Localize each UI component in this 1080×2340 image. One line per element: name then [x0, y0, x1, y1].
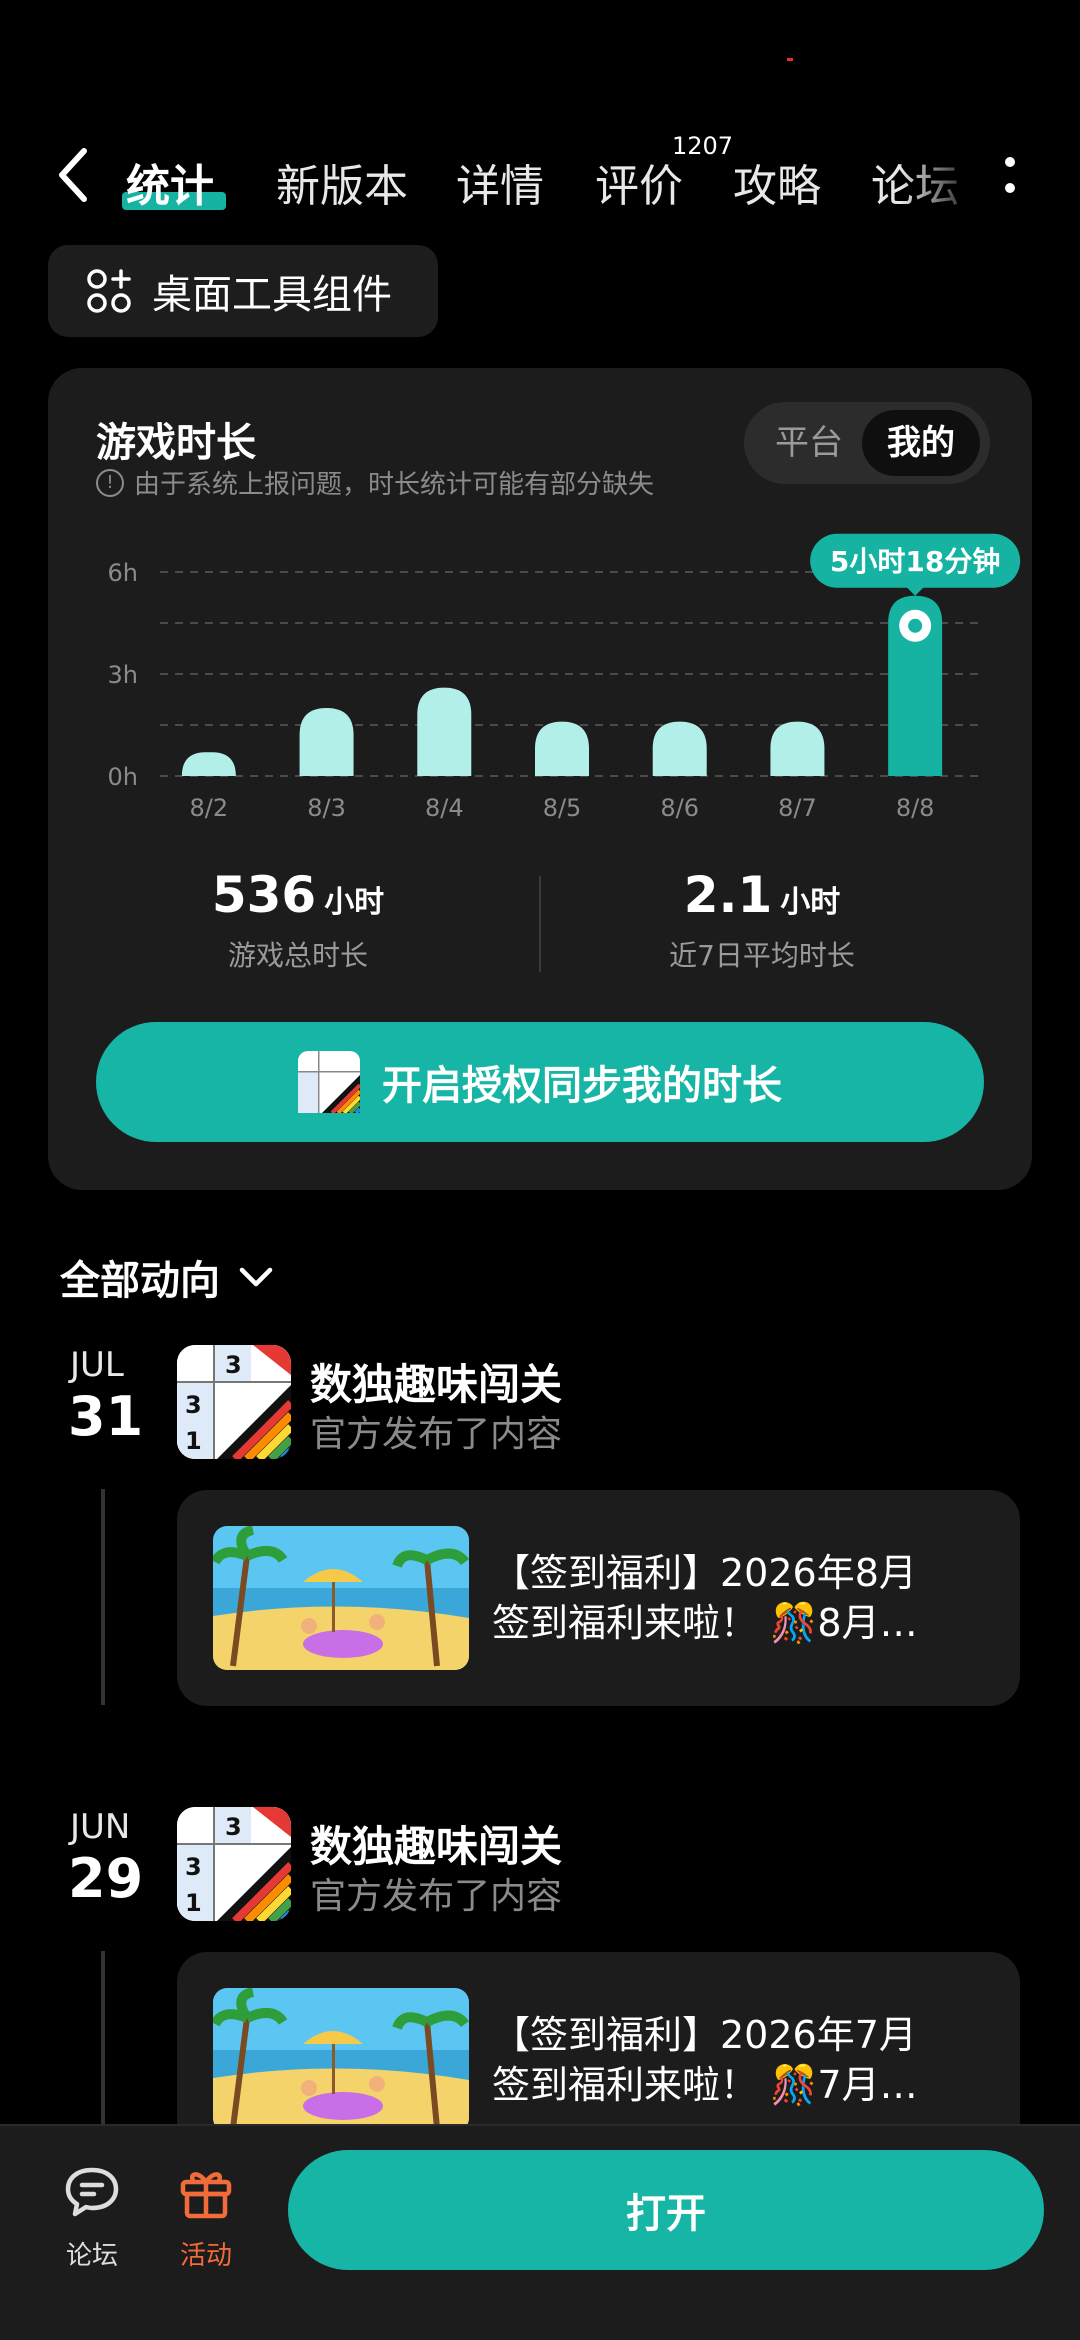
- post-text: 【签到福利】2026年8月 签到福利来啦！ 🎊8月…: [492, 1548, 992, 1648]
- x-tick-label: 8/7: [778, 794, 817, 822]
- forum-button[interactable]: 论坛: [42, 2164, 142, 2272]
- total-hours-unit: 小时: [324, 885, 385, 920]
- avg-hours-unit: 小时: [780, 885, 841, 920]
- feed-filter-label: 全部动向: [60, 1258, 220, 1304]
- svg-text:3: 3: [225, 1813, 242, 1841]
- sudoku-app-icon[interactable]: 3 3 1: [177, 1807, 291, 1921]
- svg-text:1: 1: [185, 1427, 202, 1455]
- post-title-line2: 签到福利来啦！ 🎊8月…: [492, 1601, 918, 1645]
- x-tick-label: 8/4: [425, 794, 464, 822]
- highlight-tooltip-label: 5小时18分钟: [830, 545, 1000, 578]
- avg-hours-value: 2.1: [683, 866, 773, 924]
- chevron-down-icon: [239, 1267, 273, 1287]
- chart-bar: [299, 708, 354, 776]
- y-tick-label: 0h: [108, 763, 138, 791]
- post-title-line2: 签到福利来啦！ 🎊7月…: [492, 2063, 918, 2107]
- toggle-platform[interactable]: 平台: [754, 410, 864, 476]
- forum-label: 论坛: [65, 2241, 118, 2271]
- playtime-bar-chart: 0h 3h 6h 8/2 8/3 8/4 8/5 8/6 8/7 8/8 5小时18分钟: [108, 533, 1021, 822]
- desktop-widget-button[interactable]: 桌面工具组件: [48, 245, 438, 337]
- entry-month: JUL: [70, 1345, 124, 1385]
- tab-guides[interactable]: 攻略: [733, 150, 821, 214]
- chart-bar: [652, 721, 707, 776]
- post-thumbnail: [213, 1988, 469, 2132]
- bottom-action-bar: 论坛 活动 打开: [0, 2124, 1080, 2340]
- gift-icon: [180, 2172, 232, 2219]
- forum-chat-icon: [65, 2167, 119, 2217]
- playtime-title: 游戏时长: [96, 420, 256, 466]
- tab-stats[interactable]: 统计: [126, 150, 214, 214]
- x-tick-label: 8/8: [896, 794, 935, 822]
- timeline-line: [101, 1489, 105, 1705]
- tab-details[interactable]: 详情: [456, 150, 544, 214]
- highlight-tooltip-pointer: [906, 586, 925, 596]
- back-arrow-icon[interactable]: [50, 145, 100, 205]
- sync-playtime-label: 开启授权同步我的时长: [382, 1063, 782, 1109]
- entry-app-name[interactable]: 数独趣味闯关: [310, 1351, 562, 1412]
- svg-text:3: 3: [185, 1391, 202, 1419]
- entry-day: 31: [68, 1385, 144, 1448]
- info-icon: !: [96, 468, 124, 497]
- highlight-marker-dot: [908, 618, 923, 633]
- playtime-stats: 536 小时 游戏总时长 2.1 小时 近7日平均时长: [48, 866, 1032, 976]
- post-thumbnail: [213, 1526, 469, 1670]
- x-tick-label: 8/3: [307, 794, 346, 822]
- desktop-widget-label: 桌面工具组件: [152, 272, 392, 318]
- x-tick-label: 8/5: [543, 794, 582, 822]
- sudoku-app-icon[interactable]: 3 3 1: [177, 1345, 291, 1459]
- sudoku-app-icon: [298, 1051, 360, 1113]
- review-count-badge: 1207: [672, 132, 734, 160]
- chart-bar: [535, 721, 589, 776]
- entry-app-subtitle: 官方发布了内容: [310, 1876, 563, 1917]
- average-playtime: 2.1 小时 近7日平均时长: [552, 866, 972, 974]
- entry-day: 29: [68, 1847, 144, 1910]
- entry-month: JUN: [70, 1807, 131, 1847]
- y-tick-label: 6h: [108, 559, 138, 587]
- activity-label: 活动: [179, 2241, 232, 2271]
- stats-divider: [539, 876, 541, 972]
- sync-playtime-button[interactable]: 开启授权同步我的时长: [96, 1022, 984, 1142]
- activity-button[interactable]: 活动: [156, 2164, 256, 2272]
- svg-text:3: 3: [185, 1853, 202, 1881]
- chart-bar: [770, 721, 825, 776]
- tab-reviews[interactable]: 评价: [595, 150, 683, 214]
- chart-bar: [417, 687, 472, 776]
- svg-text:1: 1: [185, 1889, 202, 1917]
- avg-hours-label: 近7日平均时长: [669, 939, 855, 972]
- playtime-card: 游戏时长 ! 由于系统上报问题，时长统计可能有部分缺失 平台 我的 0h 3h 6h…: [48, 368, 1032, 1190]
- total-hours-value: 536: [211, 866, 317, 924]
- entry-app-name[interactable]: 数独趣味闯关: [310, 1813, 562, 1874]
- tab-scroll-fade: [900, 140, 980, 220]
- svg-text:3: 3: [225, 1351, 242, 1379]
- total-hours-label: 游戏总时长: [227, 939, 368, 972]
- status-indicator: [787, 58, 793, 61]
- toggle-mine[interactable]: 我的: [862, 410, 980, 476]
- playtime-note-text: 由于系统上报问题，时长统计可能有部分缺失: [134, 470, 655, 500]
- feed-filter[interactable]: 全部动向: [60, 1248, 274, 1306]
- x-tick-label: 8/6: [660, 794, 699, 822]
- more-vertical-icon[interactable]: [1003, 152, 1017, 202]
- entry-app-subtitle: 官方发布了内容: [310, 1414, 563, 1455]
- open-game-button[interactable]: 打开: [288, 2150, 1044, 2270]
- post-card[interactable]: 【签到福利】2026年8月 签到福利来啦！ 🎊8月…: [177, 1490, 1020, 1706]
- post-text: 【签到福利】2026年7月 签到福利来啦！ 🎊7月…: [492, 2010, 992, 2110]
- x-tick-label: 8/2: [190, 794, 229, 822]
- widgets-icon: [87, 269, 131, 313]
- playtime-note: ! 由于系统上报问题，时长统计可能有部分缺失: [96, 464, 654, 501]
- chart-bar: [181, 752, 236, 776]
- post-title-line1: 【签到福利】2026年8月: [492, 1551, 917, 1595]
- tab-new-version[interactable]: 新版本: [276, 150, 408, 214]
- total-playtime: 536 小时 游戏总时长: [88, 866, 508, 974]
- source-toggle[interactable]: 平台 我的: [744, 402, 990, 484]
- top-nav: 统计 新版本 详情 评价 1207 攻略 论坛: [0, 120, 1080, 230]
- post-title-line1: 【签到福利】2026年7月: [492, 2013, 917, 2057]
- y-tick-label: 3h: [108, 661, 138, 689]
